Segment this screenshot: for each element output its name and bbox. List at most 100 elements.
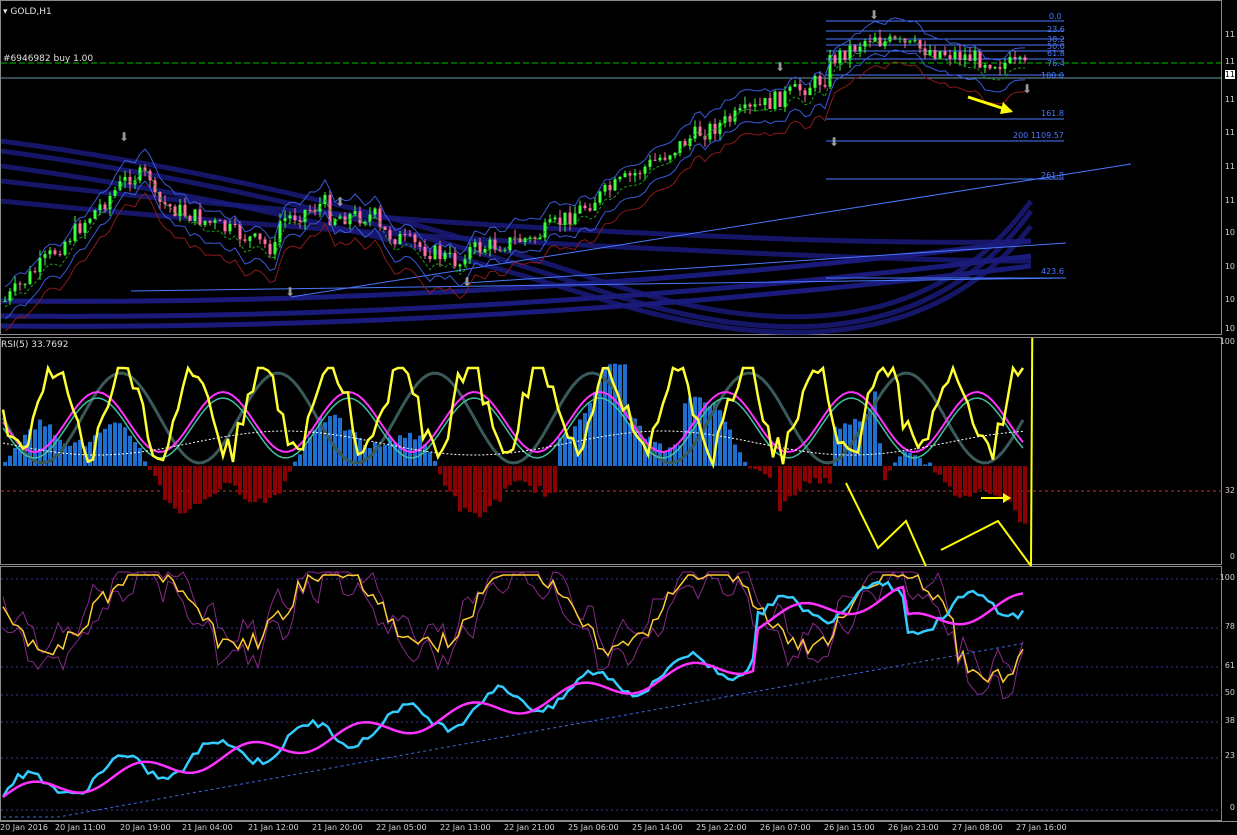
candle-body <box>154 180 157 192</box>
histogram-bar <box>658 443 662 466</box>
histogram-bar <box>188 466 192 509</box>
time-tick: 25 Jan 06:00 <box>568 823 619 832</box>
osc-tick: 50 <box>1225 688 1235 697</box>
candle-body <box>394 239 397 244</box>
histogram-bar <box>973 466 977 493</box>
candle-body <box>364 222 367 223</box>
histogram-bar <box>223 466 227 483</box>
histogram-bar <box>168 466 172 503</box>
candle-body <box>359 211 362 223</box>
histogram-bar <box>878 443 882 466</box>
candle-body <box>19 283 22 284</box>
histogram-bar <box>778 466 782 511</box>
histogram-bar <box>468 466 472 512</box>
candle-body <box>449 253 452 254</box>
price-chart: ⬇⬇⬇⬇⬇⬇⬇⬇ <box>1 1 1223 336</box>
candle-body <box>109 196 112 209</box>
rsi-tick: 100 <box>1220 337 1235 346</box>
time-tick: 22 Jan 13:00 <box>440 823 491 832</box>
candle-body <box>994 67 997 68</box>
candle-body <box>954 52 957 59</box>
histogram-bar <box>68 446 72 466</box>
histogram-bar <box>268 466 272 498</box>
histogram-bar <box>588 403 592 466</box>
histogram-bar <box>813 466 817 478</box>
candle-body <box>199 209 202 224</box>
histogram-bar <box>968 466 972 497</box>
candle-body <box>499 250 502 251</box>
price-chart-pane[interactable]: ⬇⬇⬇⬇⬇⬇⬇⬇ ▾ GOLD,H1 #6946982 buy 1.00 0.0… <box>0 0 1222 335</box>
histogram-bar <box>253 466 257 502</box>
candle-body <box>684 141 687 146</box>
price-axis[interactable]: 11 11 11 11 11 11 11 10 10 10 10 <box>1222 0 1237 335</box>
price-tick: 11 <box>1225 128 1235 137</box>
time-tick: 20 Jan 19:00 <box>120 823 171 832</box>
histogram-bar <box>293 462 297 466</box>
candle-body <box>569 213 572 225</box>
histogram-bar <box>378 447 382 466</box>
candle-body <box>1014 57 1017 59</box>
histogram-bar <box>783 466 787 501</box>
histogram-bar <box>338 418 342 466</box>
histogram-bar <box>733 445 737 466</box>
candle-body <box>234 224 237 225</box>
time-tick: 26 Jan 07:00 <box>760 823 811 832</box>
candle-body <box>799 84 802 90</box>
histogram-bar <box>143 461 147 466</box>
oscillator-pane[interactable] <box>0 566 1222 821</box>
histogram-bar <box>538 466 542 486</box>
candle-body <box>179 205 182 216</box>
candle-body <box>399 234 402 244</box>
histogram-bar <box>923 464 927 466</box>
osc-tick: 78 <box>1225 622 1235 631</box>
histogram-bar <box>333 415 337 466</box>
histogram-bar <box>103 429 107 466</box>
candle-body <box>849 46 852 60</box>
candle-body <box>1024 57 1027 60</box>
candle-body <box>289 215 292 218</box>
candle-body <box>39 258 42 272</box>
histogram-bar <box>383 445 387 466</box>
candle-body <box>874 37 877 41</box>
candle-body <box>444 253 447 259</box>
histogram-bar <box>298 455 302 466</box>
arrow-head <box>1000 102 1013 114</box>
price-tick: 10 <box>1225 262 1235 271</box>
histogram-bar <box>898 456 902 466</box>
price-tick: 10 <box>1225 228 1235 237</box>
price-tick: 11 <box>1225 162 1235 171</box>
candle-body <box>984 65 987 68</box>
candle-body <box>834 55 837 63</box>
histogram-bar <box>793 466 797 495</box>
time-axis[interactable]: 20 Jan 201620 Jan 11:0020 Jan 19:0021 Ja… <box>0 821 1237 835</box>
time-tick: 21 Jan 04:00 <box>182 823 233 832</box>
symbol-label: GOLD,H1 <box>10 7 51 17</box>
rsi-chart <box>1 338 1223 566</box>
histogram-bar <box>113 423 117 466</box>
histogram-bar <box>488 466 492 506</box>
histogram-bar <box>283 466 287 481</box>
histogram-bar <box>1013 466 1017 510</box>
candle-body <box>864 41 867 47</box>
candle-body <box>224 220 227 231</box>
candle-body <box>259 233 262 239</box>
oscillator-axis[interactable]: 100 78 61 50 38 23 0 <box>1222 566 1237 821</box>
rsi-pane[interactable]: RSI(5) 33.7692 <box>0 337 1222 565</box>
histogram-bar <box>453 466 457 496</box>
rsi-axis[interactable]: 100 32 0 <box>1222 337 1237 565</box>
candle-body <box>264 239 267 243</box>
candle-body <box>49 250 52 254</box>
candle-body <box>274 242 277 254</box>
candle-body <box>1004 63 1007 69</box>
histogram-bar <box>503 466 507 489</box>
histogram-bar <box>753 466 757 469</box>
candle-body <box>689 139 692 146</box>
candle-body <box>24 284 27 285</box>
histogram-bar <box>98 433 102 466</box>
candle-body <box>44 254 47 258</box>
histogram-bar <box>578 419 582 466</box>
histogram-bar <box>148 466 152 470</box>
candle-body <box>174 206 177 216</box>
order-label[interactable]: #6946982 buy 1.00 <box>3 54 93 64</box>
histogram-bar <box>483 466 487 512</box>
